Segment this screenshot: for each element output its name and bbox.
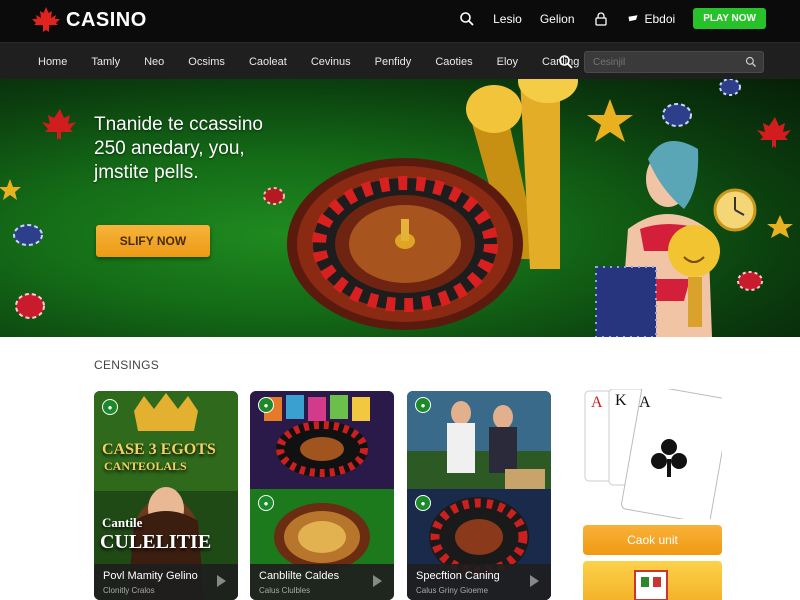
maple-leaf-icon [32,7,60,32]
card-art-small: Cantile [102,515,143,530]
hero-banner: Tnanide te ccassino 250 anedary, you, jm… [0,79,800,337]
promo-tile-art [634,570,668,600]
side-cta-button[interactable]: Caok unit [583,525,722,555]
nav-item-cevinus[interactable]: Cevinus [299,56,363,68]
side-promo-tile[interactable] [583,561,722,600]
nav-item-home[interactable]: Home [26,56,79,68]
card-subtitle: Calus Clulbles [259,586,311,595]
search-icon[interactable] [745,56,757,68]
section-title: CENSINGS [94,358,160,372]
card-art-subtitle: CANTEOLALS [104,459,187,473]
card-subtitle: Clonitly Cralos [103,586,155,595]
top-link-register[interactable]: Gelion [540,12,575,26]
hero-headline-line1: Tnanide te ccassino [94,114,263,135]
nav-item-ocsims[interactable]: Ocsims [176,56,237,68]
game-card[interactable]: ● CASE 3 EGOTS CANTEOLALS Cantile CULELI… [94,391,238,600]
game-badge-icon: ● [415,397,431,413]
play-icon[interactable] [217,575,226,587]
game-badge-icon: ● [102,399,118,415]
card-footer: Specftion Caning Calus Griny Gioeme [407,564,551,600]
top-bar: CASINO Lesio Gelion Ebdoi PLAY NOW [0,0,800,42]
lock-icon[interactable] [593,11,609,27]
search-field[interactable] [584,51,764,73]
card-title: Specftion Caning [416,570,500,582]
hero-headline: Tnanide te ccassino 250 anedary, you, jm… [94,113,294,185]
card-art-title: CASE 3 EGOTS [102,441,216,458]
game-card[interactable]: ● ● Canblilte Caldes Calus Clulbles [250,391,394,600]
svg-text:A: A [591,394,603,411]
card-title: Povl Mamity Gelino [103,570,198,582]
nav-item-tamly[interactable]: Tamly [79,56,132,68]
card-footer: Povl Mamity Gelino Clonitly Cralos [94,564,238,600]
balance-label: Ebdoi [644,11,676,26]
hero-cta-button[interactable]: SLIFY NOW [96,225,210,257]
svg-text:A: A [639,394,651,411]
nav-item-neo[interactable]: Neo [132,56,176,68]
play-now-button[interactable]: PLAY NOW [693,8,766,29]
nav-item-caoties[interactable]: Caoties [423,56,484,68]
play-icon[interactable] [530,575,539,587]
search-input[interactable] [585,52,735,73]
hero-headline-line2: 250 anedary, you, [94,138,245,159]
wallet-balance[interactable]: Ebdoi [627,11,676,26]
svg-text:K: K [615,392,627,409]
game-badge-icon: ● [258,397,274,413]
nav-item-penfidy[interactable]: Penfidy [363,56,424,68]
card-title: Canblilte Caldes [259,570,340,582]
nav-item-eloy[interactable]: Eloy [485,56,530,68]
card-footer: Canblilte Caldes Calus Clulbles [250,564,394,600]
game-card[interactable]: ● ● Specftion Caning Calus Griny Gioeme [407,391,551,600]
game-badge-icon: ● [258,495,274,511]
card-art-big: CULELITIE [100,531,212,553]
site-logo[interactable]: CASINO [30,6,147,34]
nav-item-caoleat[interactable]: Caoleat [237,56,299,68]
brand-name: CASINO [66,8,147,31]
top-link-login[interactable]: Lesio [493,12,522,26]
playing-cards-illustration: A K A [584,389,722,519]
search-icon[interactable] [459,11,475,27]
top-actions: Lesio Gelion Ebdoi PLAY NOW [459,8,766,29]
main-nav: Home Tamly Neo Ocsims Caoleat Cevinus Pe… [0,42,800,79]
wallet-icon [628,14,637,21]
hero-headline-line3: jmstite pells. [94,162,199,183]
game-badge-icon: ● [415,495,431,511]
card-subtitle: Calus Griny Gioeme [416,586,489,595]
search-icon[interactable] [558,54,574,70]
nav-items: Home Tamly Neo Ocsims Caoleat Cevinus Pe… [26,43,591,80]
play-icon[interactable] [373,575,382,587]
